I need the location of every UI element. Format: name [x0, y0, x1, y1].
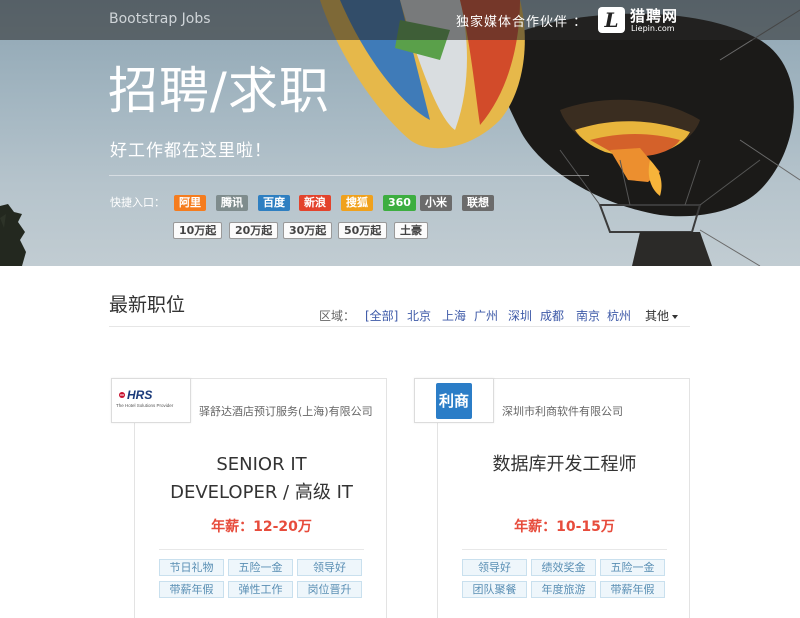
- latest-jobs-title: 最新职位: [109, 294, 186, 316]
- liepin-logo-name: 猎聘网: [630, 7, 679, 25]
- caret-down-icon: [672, 314, 679, 319]
- company-chip-tencent[interactable]: 腾讯: [216, 195, 248, 211]
- benefit-tag: 领导好: [297, 559, 362, 576]
- company-name[interactable]: 驿舒达酒店预订服务(上海)有限公司: [199, 403, 373, 419]
- benefit-tag: 带薪年假: [600, 581, 665, 598]
- region-label: 区域：: [319, 309, 356, 323]
- partner-label: 独家媒体合作伙伴 ：: [456, 15, 588, 30]
- salary-chip-tuhao[interactable]: 土豪: [394, 222, 428, 239]
- benefit-tag: 带薪年假: [159, 581, 224, 598]
- job-title-line: DEVELOPER / 高级 IT: [170, 482, 353, 503]
- salary-chip-20w[interactable]: 20万起: [229, 222, 279, 239]
- tree-silhouette: [0, 204, 26, 266]
- liepin-logo-mark: L: [598, 7, 625, 33]
- salary-chip-50w[interactable]: 50万起: [338, 222, 388, 239]
- balloon-upper: [496, 13, 794, 266]
- benefit-tag: 绩效奖金: [531, 559, 596, 576]
- section-divider: [109, 326, 690, 327]
- hrs-logo-icon: HRS The Hotel Solutions Provider: [116, 388, 174, 408]
- quick-entry-label: 快捷入口：: [110, 196, 165, 209]
- region-link-shenzhen[interactable]: 深圳: [508, 307, 532, 324]
- benefit-tag: 节日礼物: [159, 559, 224, 576]
- region-link-guangzhou[interactable]: 广州: [474, 307, 498, 324]
- job-salary: 年薪：10-15万: [514, 519, 615, 535]
- company-chip-lenovo[interactable]: 联想: [462, 195, 494, 211]
- region-link-hangzhou[interactable]: 杭州: [607, 307, 631, 324]
- lishang-logo-icon: 利商: [436, 383, 472, 419]
- salary-chip-10w[interactable]: 10万起: [173, 222, 223, 239]
- benefit-tag: 五险一金: [228, 559, 293, 576]
- company-name[interactable]: 深圳市利商软件有限公司: [502, 403, 623, 419]
- company-logo-lishang[interactable]: 利商: [414, 378, 494, 423]
- liepin-logo-domain: Liepin.com: [631, 24, 675, 33]
- card-divider: [462, 549, 667, 550]
- hero-subtitle: 好工作都在这里啦！: [110, 141, 272, 161]
- region-more-dropdown[interactable]: 其他: [645, 307, 679, 324]
- benefit-tag: 岗位晋升: [297, 581, 362, 598]
- job-title-line: SENIOR IT: [216, 454, 307, 475]
- job-title-line: 数据库开发工程师: [492, 454, 637, 475]
- company-chip-xiaomi[interactable]: 小米: [420, 195, 452, 211]
- company-chip-sohu[interactable]: 搜狐: [341, 195, 373, 211]
- hero-divider: [109, 175, 589, 176]
- region-link-all[interactable]: [全部]: [365, 307, 398, 324]
- hero-title: 招聘/求职: [108, 62, 330, 120]
- hrs-logo-text: HRS: [127, 388, 152, 402]
- benefit-tag: 年度旅游: [531, 581, 596, 598]
- region-link-beijing[interactable]: 北京: [407, 307, 431, 324]
- benefit-tag: 弹性工作: [228, 581, 293, 598]
- region-link-shanghai[interactable]: 上海: [442, 307, 466, 324]
- company-chip-360[interactable]: 360: [383, 195, 416, 211]
- salary-chip-30w[interactable]: 30万起: [283, 222, 333, 239]
- brand-link[interactable]: Bootstrap Jobs: [109, 11, 211, 27]
- liepin-logo[interactable]: L 猎聘网 Liepin.com: [598, 6, 693, 34]
- company-chip-baidu[interactable]: 百度: [258, 195, 290, 211]
- benefit-tag: 五险一金: [600, 559, 665, 576]
- benefit-tag: 领导好: [462, 559, 527, 576]
- region-link-chengdu[interactable]: 成都: [540, 307, 564, 324]
- company-chip-sina[interactable]: 新浪: [299, 195, 331, 211]
- job-title[interactable]: SENIOR IT DEVELOPER / 高级 IT: [135, 451, 388, 507]
- company-logo-hrs[interactable]: HRS The Hotel Solutions Provider: [111, 378, 191, 423]
- benefit-tag: 团队聚餐: [462, 581, 527, 598]
- job-title[interactable]: 数据库开发工程师: [438, 451, 691, 479]
- region-link-nanjing[interactable]: 南京: [576, 307, 600, 324]
- job-salary: 年薪：12-20万: [211, 519, 312, 535]
- company-chip-alibaba[interactable]: 阿里: [174, 195, 206, 211]
- region-more-label: 其他: [645, 309, 670, 323]
- hrs-logo-tagline: The Hotel Solutions Provider: [116, 403, 174, 408]
- hero-banner: Bootstrap Jobs 独家媒体合作伙伴 ： L 猎聘网 Liepin.c…: [0, 0, 800, 266]
- card-divider: [159, 549, 364, 550]
